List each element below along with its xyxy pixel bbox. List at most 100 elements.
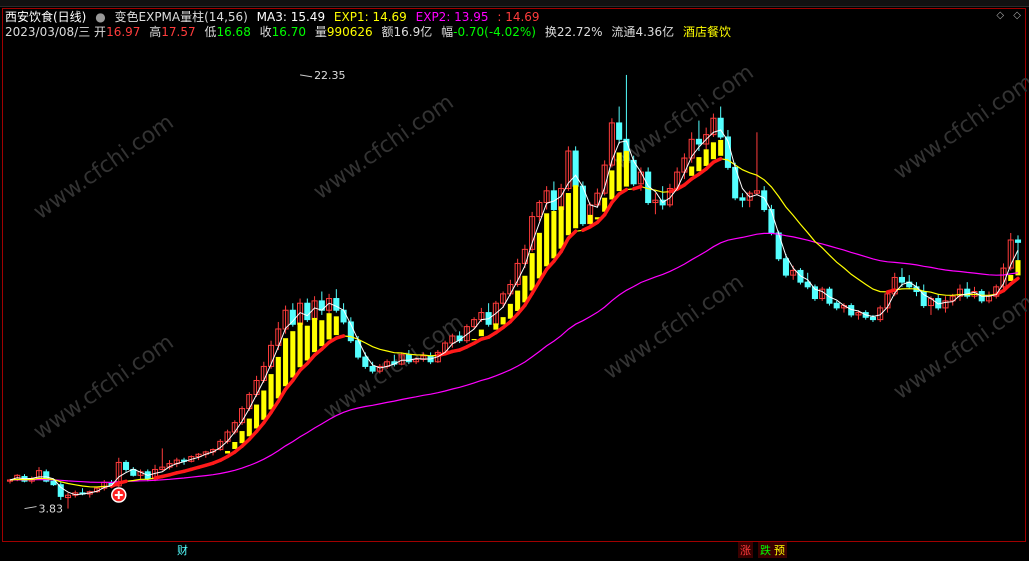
yellow-bar (275, 356, 281, 399)
yellow-bar (718, 139, 724, 156)
candle (1000, 263, 1007, 290)
candle (920, 284, 927, 308)
settings-icon[interactable]: ● (95, 10, 105, 24)
yellow-bar (522, 275, 528, 303)
yellow-bar (333, 316, 339, 336)
watermark-text: www.cfchi.com (889, 70, 1029, 185)
candle-body (340, 309, 347, 323)
yellow-bar (696, 157, 702, 172)
ma3-label: MA3: 15.49 (256, 10, 326, 24)
candle (819, 286, 826, 301)
candle-body (333, 298, 340, 311)
low-label: 低 (204, 25, 217, 39)
quote-header: 2023/03/08/三 开16.97 高17.57 低16.68 收16.70… (5, 23, 731, 39)
open-value: 16.97 (106, 25, 141, 39)
candle (753, 132, 760, 196)
close-label: 收 (259, 25, 272, 39)
volume-value: 990626 (326, 25, 373, 39)
candle-body (57, 484, 64, 497)
candle-body (739, 197, 746, 201)
candle-body (50, 480, 57, 486)
candle-body (572, 150, 579, 187)
float-value: 4.36亿 (635, 25, 675, 39)
sector-label[interactable]: 酒店餐饮 (683, 25, 731, 39)
change-value: -0.70(-4.02%) (453, 25, 536, 39)
candle (616, 106, 623, 144)
diamond-icon[interactable]: ◇ (996, 10, 1004, 21)
yellow-bar (565, 193, 571, 236)
change-label: 幅 (441, 25, 454, 39)
high-label: 高 (149, 25, 162, 39)
candle (724, 129, 731, 170)
candle-body (898, 276, 906, 283)
candle (782, 254, 789, 278)
candle (485, 303, 492, 327)
candle (601, 160, 608, 196)
yellow-bar (689, 166, 695, 176)
extra-value: : 14.69 (497, 10, 540, 24)
yellow-bar (261, 390, 267, 420)
candle (956, 284, 964, 301)
annotation-pointer (299, 74, 313, 78)
candle (877, 305, 884, 322)
watermark-text: www.cfchi.com (29, 330, 178, 445)
exp1-strong-segment (334, 334, 346, 340)
yellow-bar (319, 320, 325, 347)
yellow-bar (326, 313, 332, 340)
candle (159, 448, 166, 471)
yellow-bar (312, 317, 318, 353)
candle-body (768, 209, 775, 234)
annotation-label: 22.35 (314, 69, 346, 82)
candle (833, 300, 840, 311)
candle-body (362, 356, 369, 367)
candle (565, 146, 572, 191)
indicator-name[interactable]: 变色EXPMA量柱(14,56) (115, 10, 248, 24)
yellow-bar (471, 338, 477, 341)
yellow-bar (507, 303, 513, 319)
kline-chart[interactable]: www.cfchi.com www.cfchi.com www.cfchi.com w… (0, 0, 1029, 561)
yellow-bar (232, 442, 238, 449)
amount-label: 额 (381, 25, 394, 39)
candle (239, 406, 246, 425)
yellow-bar (573, 185, 579, 229)
stock-name[interactable]: 西安饮食(日线) (5, 10, 86, 24)
turnover-label: 换 (544, 25, 557, 39)
yellow-bar (283, 338, 289, 387)
open-label: 开 (94, 25, 107, 39)
yellow-bar (478, 329, 484, 337)
yellow-bar (239, 431, 245, 444)
candle (761, 186, 768, 212)
forecast-marker[interactable]: 预 (772, 542, 787, 558)
candle-body (405, 354, 412, 363)
candle (86, 490, 93, 498)
candle (333, 289, 340, 313)
high-value: 17.57 (161, 25, 196, 39)
watermark-text: www.cfchi.com (599, 270, 748, 385)
candle (964, 282, 971, 299)
yellow-bar (551, 210, 557, 259)
candle (681, 153, 688, 180)
candle (804, 272, 811, 290)
yellow-bar (500, 317, 506, 325)
candle (985, 291, 993, 304)
candle-body (695, 138, 702, 145)
fall-marker[interactable]: 跌 (758, 542, 773, 558)
finance-marker[interactable]: 财 (175, 542, 190, 558)
yellow-bar (536, 232, 542, 279)
yellow-bar (1008, 274, 1014, 281)
yellow-bar (225, 450, 231, 454)
yellow-bar (304, 325, 310, 361)
yellow-bar (529, 253, 535, 291)
candle (173, 457, 180, 468)
candle-body (920, 291, 927, 307)
candle (514, 258, 521, 287)
candle (543, 186, 550, 210)
yellow-bar (616, 152, 622, 192)
candle (101, 480, 108, 491)
exp1-strong-segment (711, 157, 723, 164)
candle-body (869, 316, 877, 321)
candle (43, 469, 50, 483)
candle (130, 467, 137, 477)
rise-marker[interactable]: 涨 (738, 542, 753, 558)
diamond-icon[interactable]: ◇ (1013, 10, 1021, 21)
